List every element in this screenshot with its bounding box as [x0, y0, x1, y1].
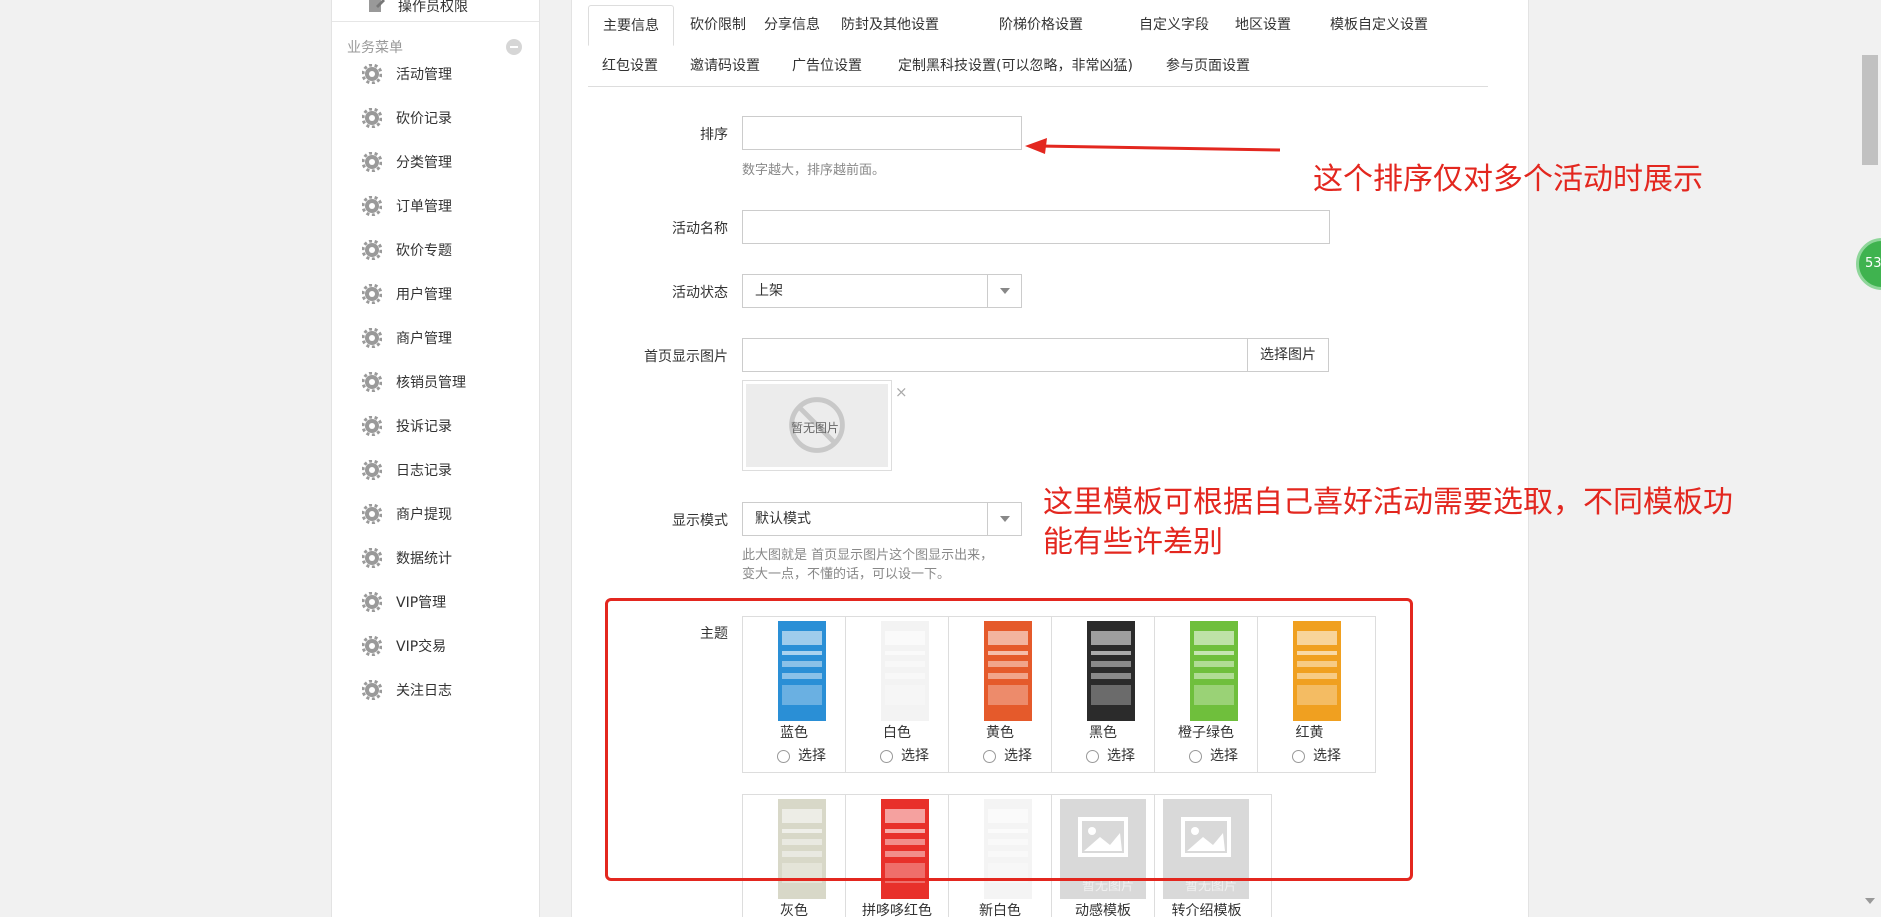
sidebar-item-label: VIP管理 [396, 595, 447, 611]
sidebar: 操作员权限 业务菜单 活动管理砍价记录分类管理订单管理砍价专题用户管理商户管理核… [331, 0, 540, 917]
display-mode-select[interactable]: 默认模式 [742, 502, 1022, 536]
display-mode-value: 默认模式 [755, 511, 811, 527]
gear-icon [362, 196, 382, 216]
sidebar-top-label: 操作员权限 [398, 0, 468, 15]
theme-annotation-line-1: 这里模板可根据自己喜好活动需要选取，不同模板功 [1043, 485, 1733, 520]
status-select[interactable]: 上架 [742, 274, 1022, 308]
gear-icon [362, 680, 382, 700]
gear-icon [362, 592, 382, 612]
sidebar-item[interactable]: 活动管理 [362, 58, 522, 90]
sidebar-item-label: 关注日志 [396, 683, 452, 699]
sort-help: 数字越大，排序越前面。 [742, 163, 886, 178]
no-image-text: 暂无图片 [791, 421, 840, 435]
sidebar-item-label: VIP交易 [396, 639, 447, 655]
sort-annotation: 这个排序仅对多个活动时展示 [1313, 162, 1703, 197]
sidebar-item[interactable]: VIP交易 [362, 630, 522, 662]
tab[interactable]: 邀请码设置 [676, 46, 774, 87]
cover-image-preview: 暂无图片 [742, 380, 892, 471]
sidebar-item[interactable]: VIP管理 [362, 586, 522, 618]
sidebar-item[interactable]: 商户提现 [362, 498, 522, 530]
tab[interactable]: 参与页面设置 [1152, 46, 1264, 87]
tab-divider [588, 86, 1488, 87]
gear-icon [362, 284, 382, 304]
gear-icon [362, 152, 382, 172]
sidebar-item-label: 日志记录 [396, 463, 452, 479]
display-mode-help-1: 此大图就是 首页显示图片这个图显示出来， [742, 548, 994, 563]
theme-name: 新白色 [979, 903, 1021, 917]
tab[interactable]: 阶梯价格设置 [985, 5, 1097, 46]
tab[interactable]: 红包设置 [588, 46, 672, 87]
edit-icon [369, 0, 385, 12]
cover-image-input[interactable] [742, 338, 1248, 372]
sidebar-item-label: 分类管理 [396, 155, 452, 171]
scroll-down-icon[interactable] [1865, 898, 1875, 904]
sidebar-item-label: 数据统计 [396, 551, 452, 567]
gear-icon [362, 372, 382, 392]
gear-icon [362, 636, 382, 656]
scrollbar-thumb[interactable] [1862, 55, 1878, 165]
sidebar-item-label: 砍价记录 [396, 111, 452, 127]
tab[interactable]: 广告位设置 [778, 46, 876, 87]
sidebar-item-label: 砍价专题 [396, 243, 452, 259]
sidebar-item[interactable]: 订单管理 [362, 190, 522, 222]
choose-image-button[interactable]: 选择图片 [1247, 338, 1329, 372]
remove-image-icon[interactable]: × [895, 383, 908, 401]
status-value: 上架 [755, 283, 783, 299]
cover-label: 首页显示图片 [644, 349, 728, 365]
activity-name-input[interactable] [742, 210, 1330, 244]
sidebar-top-item[interactable]: 操作员权限 [332, 0, 539, 22]
gear-icon [362, 328, 382, 348]
sidebar-item-label: 投诉记录 [396, 419, 452, 435]
gear-icon [362, 504, 382, 524]
annotation-arrow [1025, 138, 1281, 154]
tab[interactable]: 分享信息 [750, 5, 834, 46]
sidebar-item[interactable]: 砍价专题 [362, 234, 522, 266]
tab[interactable]: 模板自定义设置 [1316, 5, 1442, 46]
theme-name: 拼哆哆红色 [862, 903, 932, 917]
gear-icon [362, 548, 382, 568]
sort-input[interactable] [742, 116, 1022, 150]
chevron-down-icon [987, 275, 1021, 307]
sort-label: 排序 [700, 127, 728, 143]
sidebar-item[interactable]: 核销员管理 [362, 366, 522, 398]
sidebar-item[interactable]: 砍价记录 [362, 102, 522, 134]
theme-name: 动感模板 [1075, 903, 1131, 917]
sidebar-item[interactable]: 投诉记录 [362, 410, 522, 442]
sidebar-item-label: 活动管理 [396, 67, 452, 83]
sidebar-item[interactable]: 分类管理 [362, 146, 522, 178]
theme-name: 灰色 [780, 903, 808, 917]
gear-icon [362, 64, 382, 84]
theme-name: 转介绍模板 [1171, 903, 1242, 917]
gear-icon [362, 460, 382, 480]
status-label: 活动状态 [672, 285, 728, 301]
sidebar-item[interactable]: 商户管理 [362, 322, 522, 354]
sidebar-item[interactable]: 用户管理 [362, 278, 522, 310]
sidebar-item[interactable]: 数据统计 [362, 542, 522, 574]
display-mode-help-2: 变大一点，不懂的话，可以设一下。 [742, 567, 951, 582]
gear-icon [362, 108, 382, 128]
collapse-icon[interactable] [506, 39, 522, 55]
gear-icon [362, 416, 382, 436]
sidebar-group-title: 业务菜单 [347, 40, 403, 56]
tab[interactable]: 主要信息 [588, 5, 674, 46]
tab[interactable]: 定制黑科技设置(可以忽略，非常凶猛) [884, 46, 1147, 87]
sidebar-item-label: 订单管理 [396, 199, 452, 215]
sidebar-item[interactable]: 关注日志 [362, 674, 522, 706]
theme-annotation-line-2: 能有些许差别 [1043, 525, 1223, 560]
tab[interactable]: 砍价限制 [676, 5, 760, 46]
chevron-down-icon [987, 503, 1021, 535]
sidebar-item-label: 商户提现 [396, 507, 452, 523]
tab[interactable]: 地区设置 [1221, 5, 1305, 46]
sidebar-item-label: 核销员管理 [396, 375, 466, 391]
tab[interactable]: 防封及其他设置 [827, 5, 953, 46]
gear-icon [362, 240, 382, 260]
sidebar-item-label: 商户管理 [396, 331, 452, 347]
display-mode-label: 显示模式 [672, 513, 728, 529]
sidebar-item-label: 用户管理 [396, 287, 452, 303]
tab[interactable]: 自定义字段 [1125, 5, 1223, 46]
sidebar-item[interactable]: 日志记录 [362, 454, 522, 486]
name-label: 活动名称 [672, 221, 728, 237]
theme-highlight-box [605, 598, 1413, 881]
